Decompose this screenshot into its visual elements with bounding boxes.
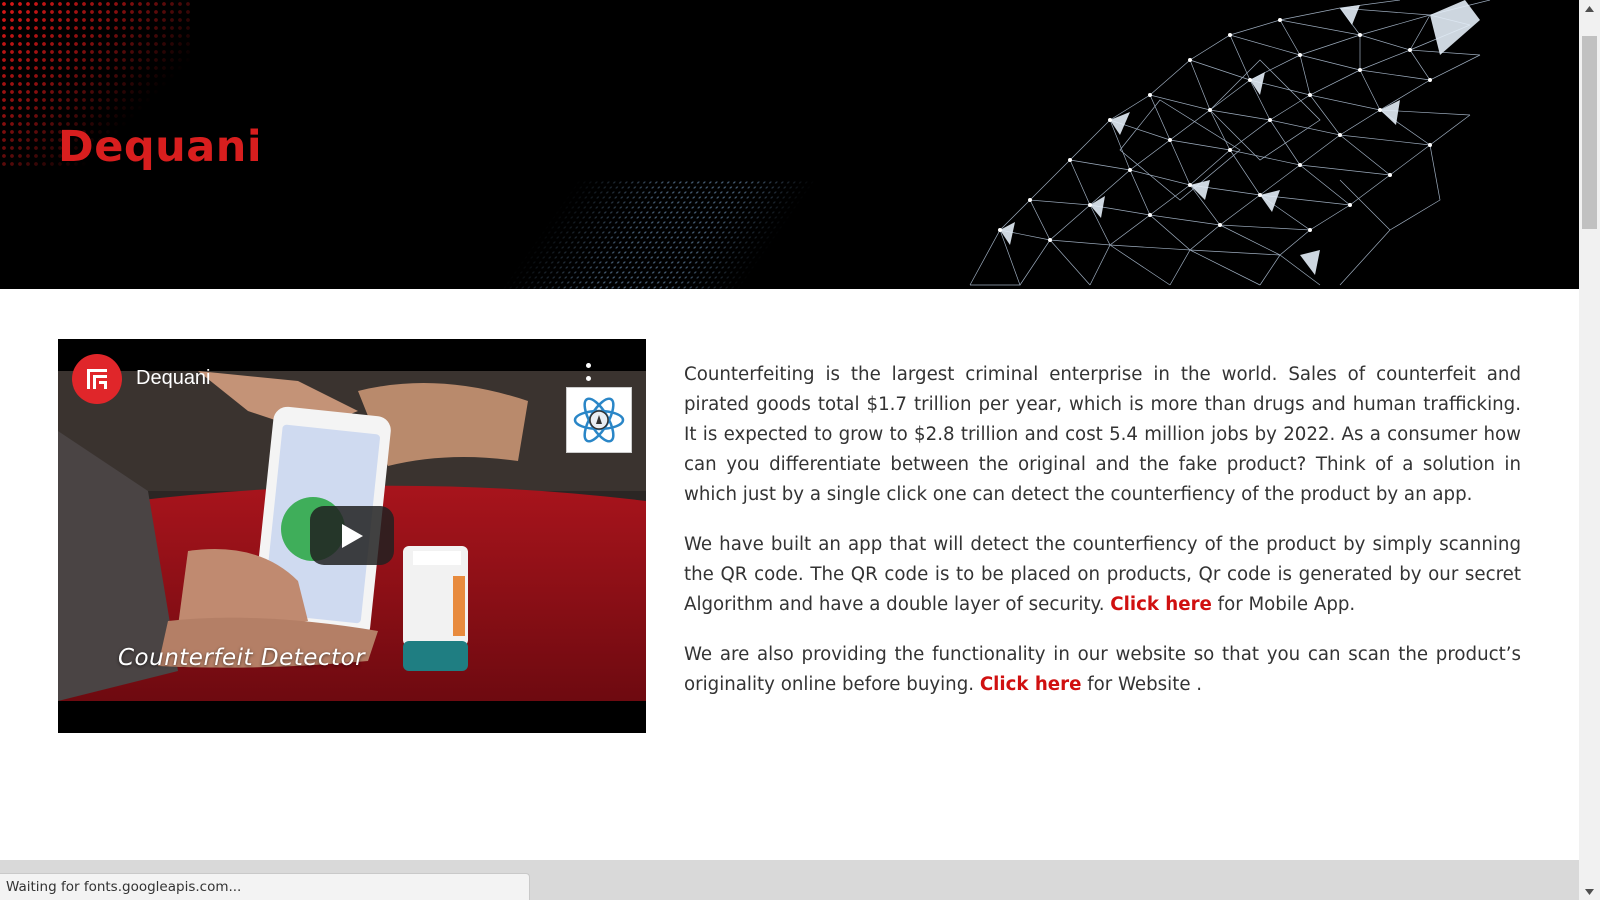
atom-watermark-icon[interactable] <box>566 387 632 453</box>
hero-banner: Dequani <box>0 0 1579 289</box>
browser-status-bar: Waiting for fonts.googleapis.com... <box>0 873 530 900</box>
mobile-app-link[interactable]: Click here <box>1110 594 1212 615</box>
page-title: Dequani <box>58 122 263 172</box>
play-button[interactable] <box>310 506 394 565</box>
paragraph-text: We have built an app that will detect th… <box>684 534 1521 615</box>
video-caption: Counterfeit Detector <box>118 645 366 671</box>
website-paragraph: We are also providing the functionality … <box>684 640 1521 700</box>
article-content: Counterfeiting is the largest criminal e… <box>684 360 1521 720</box>
channel-logo-icon[interactable] <box>72 354 122 404</box>
triangle-down-icon[interactable] <box>1579 883 1600 900</box>
mobile-app-paragraph: We have built an app that will detect th… <box>684 530 1521 620</box>
youtube-video-embed[interactable]: Dequani Counterfeit Detector <box>58 339 646 733</box>
intro-paragraph: Counterfeiting is the largest criminal e… <box>684 364 1521 505</box>
paragraph-text: for Website . <box>1081 674 1203 695</box>
channel-name[interactable]: Dequani <box>136 367 211 390</box>
website-link[interactable]: Click here <box>980 674 1082 695</box>
scrollbar-thumb[interactable] <box>1582 36 1597 229</box>
binary-code-pattern <box>492 180 818 289</box>
triangle-up-icon[interactable] <box>1579 0 1600 17</box>
vertical-scrollbar[interactable] <box>1579 0 1600 900</box>
paragraph-text: for Mobile App. <box>1211 594 1356 615</box>
digital-hand-graphic <box>969 0 1491 286</box>
play-icon <box>342 523 363 548</box>
